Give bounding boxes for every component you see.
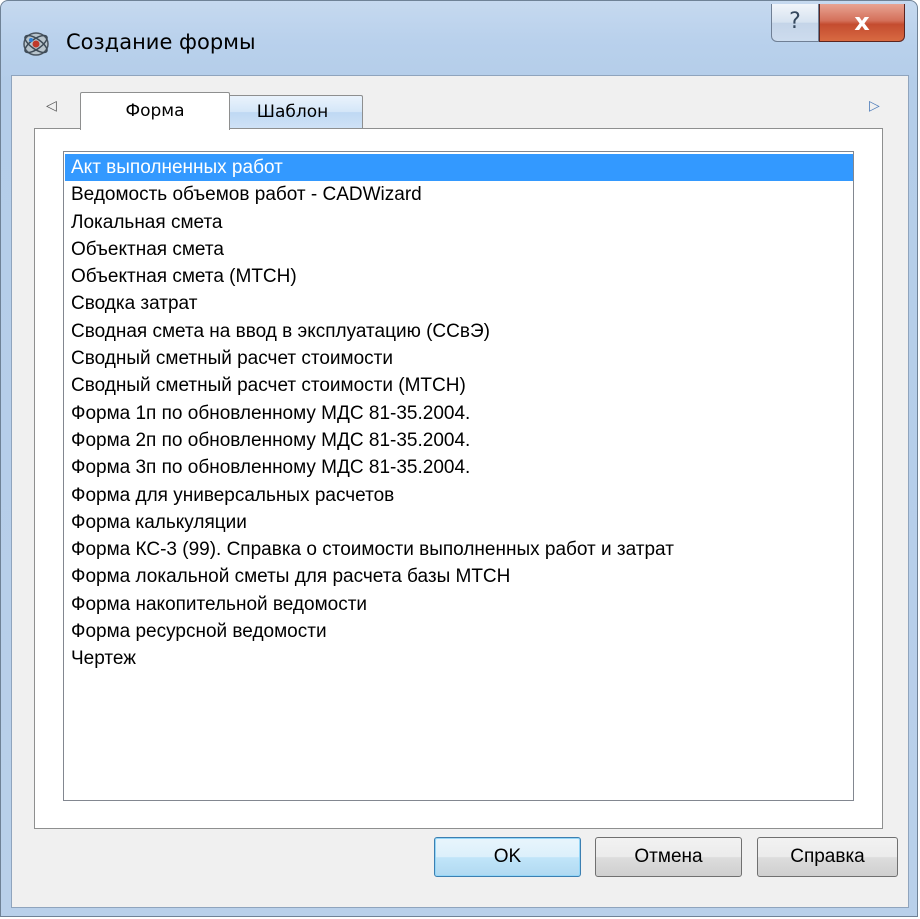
list-item[interactable]: Форма 3п по обновленному МДС 81-35.2004. xyxy=(65,454,853,481)
question-icon: ? xyxy=(789,9,801,34)
list-item[interactable]: Объектная смета (МТСН) xyxy=(65,263,853,290)
list-item[interactable]: Форма локальной сметы для расчета базы М… xyxy=(65,563,853,590)
list-item[interactable]: Объектная смета xyxy=(65,236,853,263)
list-item[interactable]: Форма 2п по обновленному МДС 81-35.2004. xyxy=(65,427,853,454)
list-item[interactable]: Сводка затрат xyxy=(65,290,853,317)
list-item[interactable]: Чертеж xyxy=(65,645,853,672)
tab-scroll-left-icon[interactable]: ◁ xyxy=(46,98,57,114)
list-item[interactable]: Сводный сметный расчет стоимости (МТСН) xyxy=(65,372,853,399)
list-item[interactable]: Форма 1п по обновленному МДС 81-35.2004. xyxy=(65,400,853,427)
dialog-client-area: ◁ ▷ Форма Шаблон Акт выполненных работ В… xyxy=(11,75,909,908)
list-item[interactable]: Акт выполненных работ xyxy=(65,154,853,182)
cancel-button[interactable]: Отмена xyxy=(595,837,742,877)
close-button[interactable]: x xyxy=(819,4,905,42)
help-button[interactable]: Справка xyxy=(757,837,898,877)
list-item[interactable]: Форма для универсальных расчетов xyxy=(65,482,853,509)
form-listbox[interactable]: Акт выполненных работ Ведомость объемов … xyxy=(63,151,854,801)
list-item[interactable]: Сводная смета на ввод в эксплуатацию (СС… xyxy=(65,318,853,345)
help-title-button[interactable]: ? xyxy=(771,4,819,42)
ok-button[interactable]: OK xyxy=(434,837,581,877)
list-item[interactable]: Ведомость объемов работ - CADWizard xyxy=(65,181,853,208)
list-item[interactable]: Локальная смета xyxy=(65,209,853,236)
tab-scroll-right-icon[interactable]: ▷ xyxy=(869,98,880,114)
list-item[interactable]: Форма ресурсной ведомости xyxy=(65,618,853,645)
app-icon xyxy=(21,29,51,59)
tab-forma[interactable]: Форма xyxy=(80,92,230,130)
tab-forma-label: Форма xyxy=(125,101,185,121)
tab-panel: Акт выполненных работ Ведомость объемов … xyxy=(34,128,883,829)
list-item[interactable]: Форма калькуляции xyxy=(65,509,853,536)
list-item[interactable]: Форма КС-3 (99). Справка о стоимости вып… xyxy=(65,536,853,563)
close-icon: x xyxy=(854,8,870,36)
window-title: Создание формы xyxy=(66,30,256,54)
list-item[interactable]: Форма накопительной ведомости xyxy=(65,591,853,618)
list-item[interactable]: Сводный сметный расчет стоимости xyxy=(65,345,853,372)
tab-shablon[interactable]: Шаблон xyxy=(222,95,363,128)
tab-shablon-label: Шаблон xyxy=(256,102,329,122)
dialog-window: Создание формы ? x ◁ ▷ Форма Шаблон Акт … xyxy=(0,0,918,917)
